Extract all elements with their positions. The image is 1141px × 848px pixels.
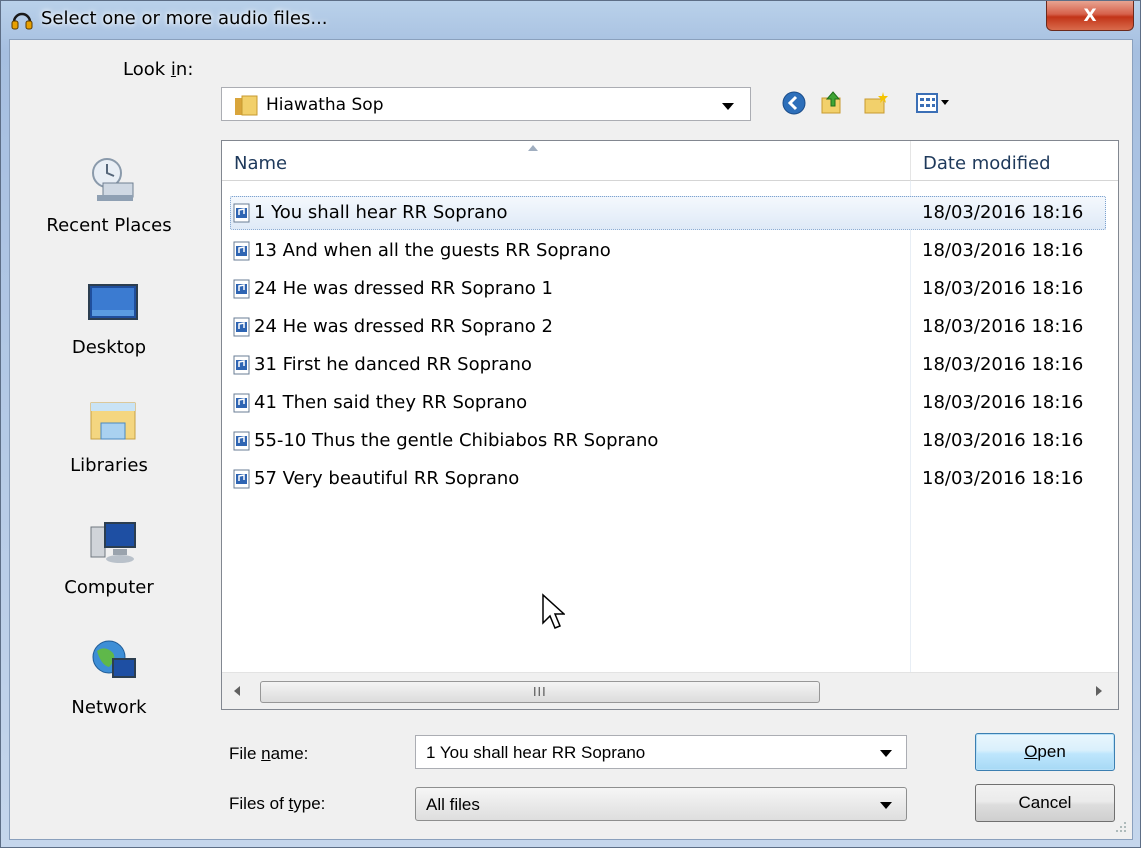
file-name: 55-10 Thus the gentle Chibiabos RR Sopra… <box>254 430 659 451</box>
file-date: 18/03/2016 18:16 <box>922 316 1084 337</box>
look-in-label: Look in: <box>123 59 194 80</box>
file-name: 13 And when all the guests RR Soprano <box>254 240 611 261</box>
title-bar[interactable]: Select one or more audio files... X <box>1 1 1140 35</box>
file-name-input[interactable]: 1 You shall hear RR Soprano <box>415 735 907 769</box>
file-date: 18/03/2016 18:16 <box>922 430 1084 451</box>
window-title: Select one or more audio files... <box>41 8 328 29</box>
file-date: 18/03/2016 18:16 <box>922 278 1084 299</box>
horizontal-scrollbar[interactable]: III <box>222 672 1118 709</box>
chevron-down-icon[interactable] <box>880 802 892 809</box>
place-label: Computer <box>64 577 154 598</box>
file-name: 24 He was dressed RR Soprano 1 <box>254 278 553 299</box>
file-row[interactable]: 31 First he danced RR Soprano 18/03/2016… <box>222 347 1118 383</box>
resize-grip-icon[interactable] <box>1113 819 1127 833</box>
computer-icon <box>90 522 136 563</box>
file-row[interactable]: 57 Very beautiful RR Soprano 18/03/2016 … <box>222 461 1118 497</box>
file-date: 18/03/2016 18:16 <box>922 354 1084 375</box>
file-row[interactable]: 24 He was dressed RR Soprano 2 18/03/201… <box>222 309 1118 345</box>
scroll-grip: III <box>533 685 547 699</box>
headphones-icon <box>11 12 33 30</box>
cancel-button[interactable]: Cancel <box>975 784 1115 822</box>
file-name-label: File name: <box>229 744 309 763</box>
place-label: Desktop <box>71 337 147 358</box>
audio-file-icon <box>233 279 250 299</box>
place-label: Network <box>71 697 147 718</box>
file-row[interactable]: 24 He was dressed RR Soprano 1 18/03/201… <box>222 271 1118 307</box>
column-header-name[interactable]: Name <box>222 141 911 181</box>
file-type-select[interactable]: All files <box>415 787 907 821</box>
new-folder-icon[interactable] <box>863 90 889 116</box>
file-name: 24 He was dressed RR Soprano 2 <box>254 316 553 337</box>
place-label: Recent Places <box>46 215 172 236</box>
place-libraries[interactable]: Libraries <box>9 395 209 505</box>
file-row[interactable]: 13 And when all the guests RR Soprano 18… <box>222 233 1118 269</box>
back-icon[interactable] <box>781 90 807 116</box>
close-button[interactable]: X <box>1046 1 1134 31</box>
audio-file-icon <box>233 393 250 413</box>
up-folder-icon[interactable] <box>819 90 845 116</box>
audio-file-icon <box>233 203 250 223</box>
audio-file-icon <box>233 431 250 451</box>
open-button[interactable]: Open <box>975 733 1115 771</box>
file-name-value: 1 You shall hear RR Soprano <box>426 743 646 762</box>
file-name: 1 You shall hear RR Soprano <box>254 202 508 223</box>
audio-file-icon <box>233 355 250 375</box>
scroll-right-icon[interactable] <box>1096 686 1102 696</box>
mouse-pointer-icon <box>542 593 565 629</box>
file-date: 18/03/2016 18:16 <box>922 240 1084 261</box>
network-icon <box>92 640 136 678</box>
place-label: Libraries <box>70 455 148 476</box>
file-row[interactable]: 1 You shall hear RR Soprano 18/03/2016 1… <box>222 195 1118 231</box>
place-network[interactable]: Network <box>9 637 209 747</box>
places-bar: Recent Places Desktop Libraries Computer… <box>9 97 209 737</box>
chevron-down-icon[interactable] <box>722 103 734 110</box>
place-recent-places[interactable]: Recent Places <box>9 155 209 265</box>
file-name: 57 Very beautiful RR Soprano <box>254 468 520 489</box>
column-header-date-modified[interactable]: Date modified <box>911 141 1118 181</box>
look-in-folder-name: Hiawatha Sop <box>266 95 384 115</box>
file-date: 18/03/2016 18:16 <box>922 468 1084 489</box>
view-menu-icon[interactable] <box>915 90 955 116</box>
close-icon: X <box>1083 5 1097 26</box>
file-type-label: Files of type: <box>229 794 326 813</box>
scroll-thumb[interactable]: III <box>260 681 820 703</box>
chevron-down-icon[interactable] <box>880 750 892 757</box>
folder-icon <box>235 95 258 116</box>
file-name: 41 Then said they RR Soprano <box>254 392 528 413</box>
file-dialog-window: Select one or more audio files... X Look… <box>0 0 1141 848</box>
libraries-icon <box>90 402 136 440</box>
recent-places-icon <box>92 158 134 201</box>
place-desktop[interactable]: Desktop <box>9 277 209 387</box>
file-list-view[interactable]: Name Date modified 1 You shall hear RR S… <box>221 140 1119 710</box>
file-date: 18/03/2016 18:16 <box>922 392 1084 413</box>
audio-file-icon <box>233 317 250 337</box>
file-row[interactable]: 41 Then said they RR Soprano 18/03/2016 … <box>222 385 1118 421</box>
file-name: 31 First he danced RR Soprano <box>254 354 532 375</box>
scroll-left-icon[interactable] <box>234 686 240 696</box>
audio-file-icon <box>233 241 250 261</box>
sort-ascending-icon <box>528 145 538 151</box>
look-in-combobox[interactable]: Hiawatha Sop <box>221 87 751 121</box>
file-date: 18/03/2016 18:16 <box>922 202 1084 223</box>
file-type-value: All files <box>426 795 480 814</box>
desktop-icon <box>88 284 138 320</box>
audio-file-icon <box>233 469 250 489</box>
file-row[interactable]: 55-10 Thus the gentle Chibiabos RR Sopra… <box>222 423 1118 459</box>
place-computer[interactable]: Computer <box>9 517 209 627</box>
